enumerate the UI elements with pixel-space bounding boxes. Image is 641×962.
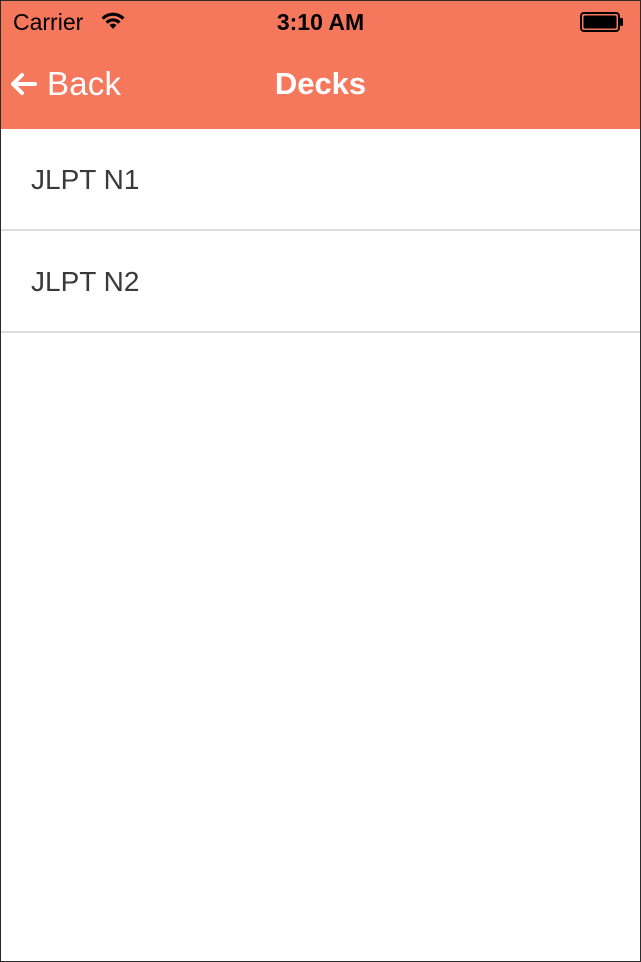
deck-row-jlpt-n2[interactable]: JLPT N2	[1, 231, 640, 333]
navigation-bar: Back Decks	[1, 41, 640, 129]
status-time: 3:10 AM	[276, 9, 365, 35]
header: Carrier 3:10 AM Back Decks	[1, 1, 640, 129]
deck-label: JLPT N2	[31, 266, 140, 297]
page-title: Decks	[274, 66, 367, 101]
status-bar: Carrier 3:10 AM	[1, 1, 640, 41]
deck-list: JLPT N1 JLPT N2	[1, 129, 640, 333]
app-screen: Carrier 3:10 AM Back Decks JLPT N1 JLPT …	[0, 0, 641, 962]
battery-icon	[580, 12, 623, 32]
deck-row-jlpt-n1[interactable]: JLPT N1	[1, 129, 640, 231]
deck-label: JLPT N1	[31, 164, 140, 195]
